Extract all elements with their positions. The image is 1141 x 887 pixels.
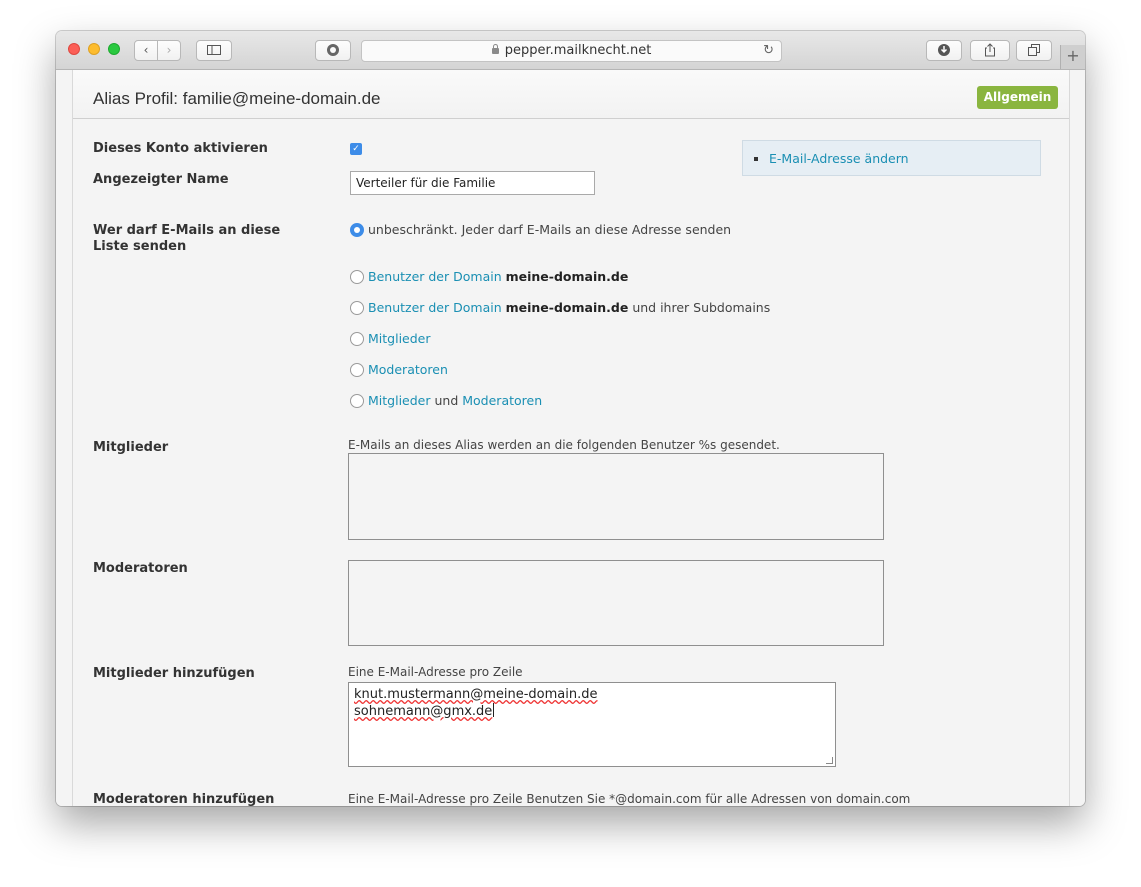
radio-moderators[interactable] (350, 363, 364, 377)
domain-name: meine-domain.de (505, 300, 629, 315)
forward-button[interactable]: › (157, 40, 181, 61)
members-hint: E-Mails an dieses Alias werden an die fo… (348, 438, 780, 452)
display-name-label: Angezeigter Name (93, 172, 229, 187)
subdomains-suffix: und ihrer Subdomains (632, 300, 771, 315)
option-subdomain-users-text: Benutzer der Domain meine-domain.de und … (368, 300, 770, 316)
text-caret (493, 703, 495, 717)
resize-handle[interactable] (826, 757, 833, 764)
domain-name: meine-domain.de (505, 269, 629, 284)
sidebar-toggle-button[interactable] (196, 40, 232, 61)
add-members-hint: Eine E-Mail-Adresse pro Zeile (348, 665, 523, 679)
shield-icon (327, 44, 339, 56)
add-members-label: Mitglieder hinzufügen (93, 666, 255, 681)
option-moderators-text: Moderatoren (368, 362, 448, 378)
download-icon (938, 44, 950, 56)
downloads-button[interactable] (926, 40, 962, 61)
domain-users-link[interactable]: Benutzer der Domain (368, 269, 502, 284)
tabs-icon (1028, 44, 1040, 56)
url-text: pepper.mailknecht.net (504, 43, 652, 58)
display-name-input[interactable]: Verteiler für die Familie (350, 171, 595, 195)
share-icon (985, 43, 995, 57)
back-button[interactable]: ‹ (134, 40, 158, 61)
activate-account-label: Dieses Konto aktivieren (93, 141, 268, 156)
who-can-send-label: Wer darf E-Mails an diese Liste senden (93, 223, 281, 254)
plus-icon: + (1066, 46, 1080, 65)
new-tab-button[interactable]: + (1060, 45, 1085, 69)
add-moderators-hint: Eine E-Mail-Adresse pro Zeile Benutzen S… (348, 792, 911, 806)
option-domain-users-text: Benutzer der Domain meine-domain.de (368, 269, 628, 285)
checkmark-icon: ✓ (352, 144, 360, 154)
members-link[interactable]: Mitglieder (368, 393, 431, 408)
and-text: und (434, 393, 459, 408)
add-members-textarea[interactable]: knut.mustermann@meine-domain.de sohneman… (348, 682, 836, 767)
close-window-button[interactable] (68, 43, 80, 55)
reload-icon[interactable]: ↻ (763, 41, 774, 61)
browser-toolbar: ‹ › pepper.mailknecht.net ↻ + (56, 31, 1085, 70)
radio-domain-users[interactable] (350, 270, 364, 284)
moderators-list[interactable] (348, 560, 884, 646)
page-content: Alias Profil: familie@meine-domain.de Al… (56, 70, 1085, 806)
privacy-report-button[interactable] (315, 40, 351, 61)
domain-users-link[interactable]: Benutzer der Domain (368, 300, 502, 315)
page-header: Alias Profil: familie@meine-domain.de Al… (73, 70, 1069, 119)
chevron-right-icon: › (166, 43, 172, 57)
chevron-left-icon: ‹ (143, 43, 149, 57)
add-moderators-label: Moderatoren hinzufügen (93, 792, 275, 806)
add-members-line: sohnemann@gmx.de (354, 703, 495, 720)
minimize-window-button[interactable] (88, 43, 100, 55)
members-link[interactable]: Mitglieder (368, 331, 431, 346)
moderators-link[interactable]: Moderatoren (368, 362, 448, 377)
add-members-line-text: sohnemann@gmx.de (354, 704, 493, 719)
bullet-icon (754, 157, 758, 161)
share-button[interactable] (970, 40, 1010, 61)
radio-members-and-moderators[interactable] (350, 394, 364, 408)
moderators-link[interactable]: Moderatoren (462, 393, 542, 408)
members-list[interactable] (348, 453, 884, 540)
option-members-and-moderators-text: Mitglieder und Moderatoren (368, 393, 542, 409)
zoom-window-button[interactable] (108, 43, 120, 55)
browser-window: ‹ › pepper.mailknecht.net ↻ + Alias Prof… (56, 31, 1085, 806)
add-members-line-text: knut.mustermann@meine-domain.de (354, 687, 598, 702)
sidebar-icon (207, 45, 221, 55)
general-button[interactable]: Allgemein (977, 86, 1058, 109)
radio-members[interactable] (350, 332, 364, 346)
radio-domain-subdomain-users[interactable] (350, 301, 364, 315)
content-border-right (1069, 70, 1070, 806)
tabs-overview-button[interactable] (1016, 40, 1052, 61)
option-members-text: Mitglieder (368, 331, 431, 347)
change-email-link[interactable]: E-Mail-Adresse ändern (769, 151, 909, 166)
radio-unrestricted[interactable] (350, 223, 364, 237)
lock-icon (491, 44, 499, 54)
sidebar-actions-box: E-Mail-Adresse ändern (742, 140, 1041, 176)
address-bar[interactable]: pepper.mailknecht.net ↻ (361, 40, 782, 62)
moderators-label: Moderatoren (93, 561, 188, 576)
content-border-left (72, 70, 73, 806)
option-unrestricted-text: unbeschränkt. Jeder darf E-Mails an dies… (368, 222, 732, 237)
page-title: Alias Profil: familie@meine-domain.de (93, 89, 381, 108)
activate-account-checkbox[interactable]: ✓ (350, 143, 362, 155)
add-members-line: knut.mustermann@meine-domain.de (354, 687, 598, 703)
members-label: Mitglieder (93, 440, 169, 455)
